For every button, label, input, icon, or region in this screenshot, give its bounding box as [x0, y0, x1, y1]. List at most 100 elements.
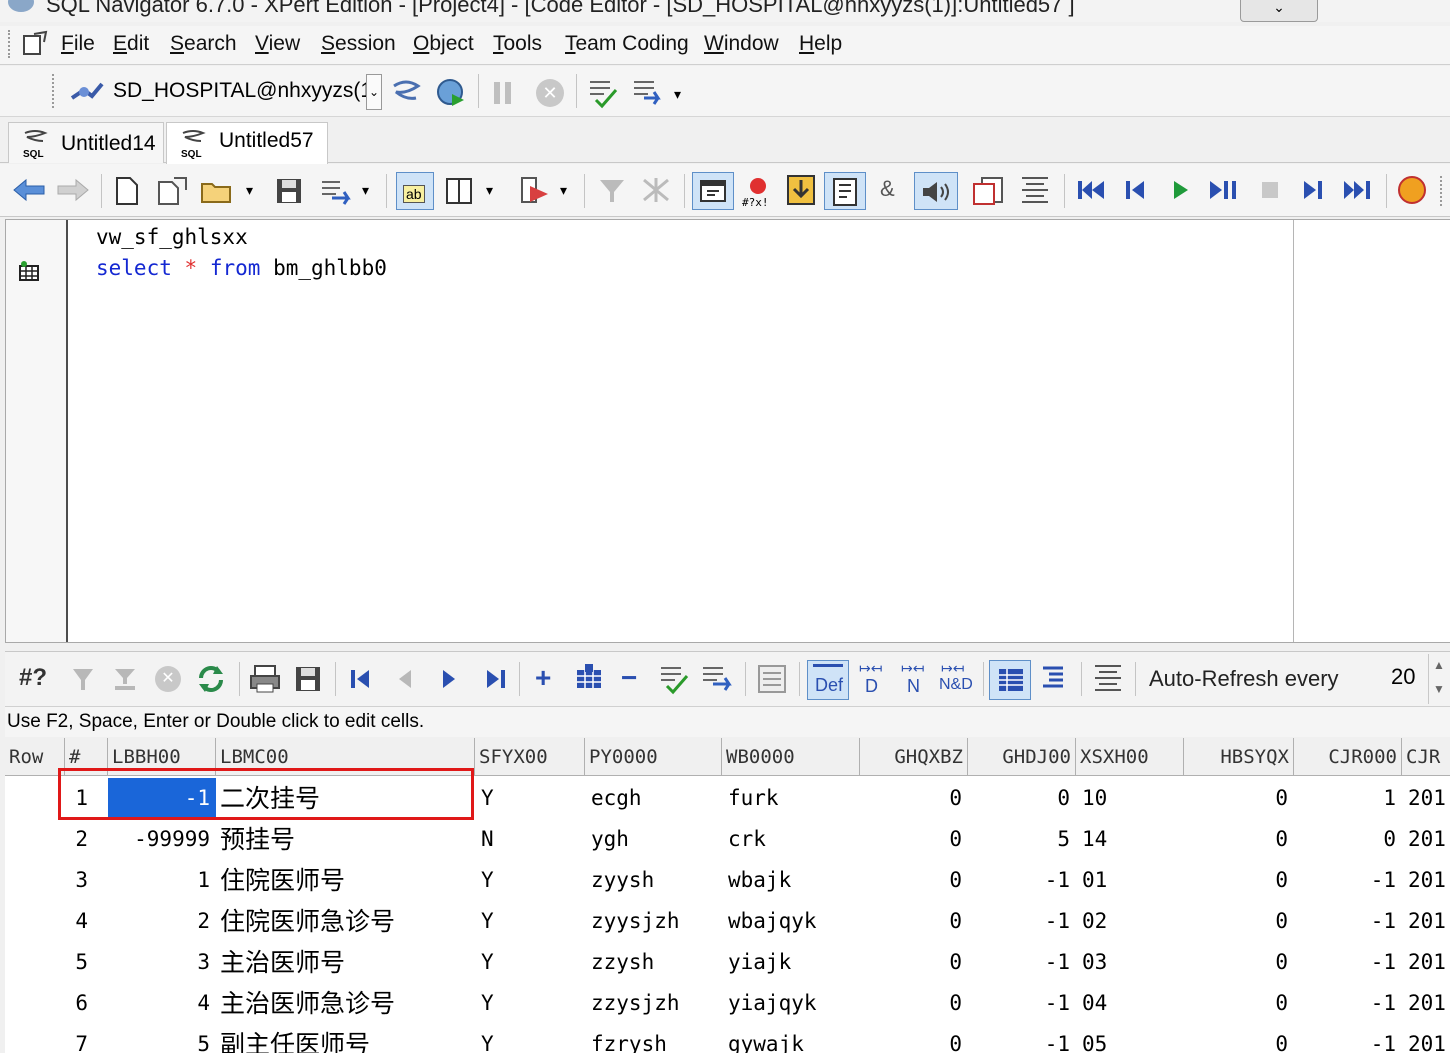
- cell-hbsyqx[interactable]: 0: [1184, 1024, 1294, 1053]
- cell-hbsyqx[interactable]: 0: [1184, 778, 1294, 819]
- cell-lbbh00[interactable]: 2: [108, 901, 216, 942]
- toolbar-grip[interactable]: [52, 74, 57, 108]
- cell-cjr000[interactable]: -1: [1294, 860, 1402, 901]
- new-file-icon[interactable]: [114, 176, 140, 206]
- cell-lbbh00[interactable]: -99999: [108, 819, 216, 860]
- cell-row-number[interactable]: 6: [5, 983, 108, 1024]
- prev-record-icon[interactable]: [395, 668, 415, 690]
- cell-wb0000[interactable]: yiajqyk: [722, 983, 860, 1024]
- menu-object[interactable]: Object: [413, 32, 474, 56]
- cell-hbsyqx[interactable]: 0: [1184, 819, 1294, 860]
- filter-grid-icon[interactable]: [71, 666, 95, 692]
- cell-sfyx00[interactable]: N: [475, 819, 585, 860]
- last-record-icon[interactable]: [483, 668, 507, 690]
- cell-ghdj00[interactable]: -1: [968, 1024, 1076, 1053]
- last-statement-icon[interactable]: [1342, 178, 1372, 202]
- form-view-icon[interactable]: [1039, 664, 1067, 694]
- cell-row-number[interactable]: 2: [5, 819, 108, 860]
- auto-refresh-spinner[interactable]: ▲ ▼: [1428, 654, 1450, 704]
- nd-mode-button[interactable]: ↦↤ N&D: [937, 660, 977, 700]
- col-header-sfyx00[interactable]: SFYX00: [475, 738, 585, 776]
- sql-spiral-icon[interactable]: [390, 76, 422, 108]
- cell-lbmc00[interactable]: 主治医师号: [216, 942, 475, 983]
- table-row[interactable]: 3 1 住院医师号 Yzyysh wbajk 0 -1 01 0 -1 201: [5, 860, 1450, 901]
- insert-record-icon[interactable]: +: [535, 662, 551, 694]
- spin-up-icon[interactable]: ▲: [1433, 658, 1445, 672]
- cell-cjr000[interactable]: -1: [1294, 942, 1402, 983]
- execute-step-icon[interactable]: [1170, 178, 1192, 202]
- refresh-icon[interactable]: [195, 664, 227, 694]
- cell-py0000[interactable]: zzysjzh: [585, 983, 722, 1024]
- debug-icon[interactable]: #?x!: [740, 174, 776, 208]
- rollback-icon[interactable]: [630, 76, 664, 110]
- cell-cjr-next[interactable]: 201: [1402, 819, 1450, 860]
- cell-cjr-next[interactable]: 201: [1402, 860, 1450, 901]
- table-row[interactable]: 2 -99999 预挂号 Nygh crk 0 5 14 0 0 201: [5, 819, 1450, 860]
- first-statement-icon[interactable]: [1076, 178, 1106, 202]
- cell-cjr-next[interactable]: 201: [1402, 983, 1450, 1024]
- cell-ghdj00[interactable]: -1: [968, 901, 1076, 942]
- cell-lbmc00[interactable]: 住院医师急诊号: [216, 901, 475, 942]
- table-row[interactable]: 6 4 主治医师急诊号 Yzzysjzh yiajqyk 0 -1 04 0 -1 201: [5, 983, 1450, 1024]
- save-dropdown-icon[interactable]: ▾: [362, 182, 369, 199]
- clear-filter-icon[interactable]: [640, 176, 672, 204]
- menu-edit[interactable]: Edit: [113, 32, 149, 56]
- split-view-icon[interactable]: [444, 176, 474, 206]
- cell-wb0000[interactable]: wbajk: [722, 860, 860, 901]
- menu-view[interactable]: View: [255, 32, 300, 56]
- word-wrap-toggle[interactable]: ab: [396, 172, 434, 210]
- d-mode-button[interactable]: ↦↤ D: [855, 660, 891, 700]
- save-grid-icon[interactable]: [293, 664, 323, 694]
- code-line-1[interactable]: vw_sf_ghlsxx: [96, 225, 248, 249]
- split-dropdown-icon[interactable]: ▾: [486, 182, 493, 199]
- rollback-dropdown-icon[interactable]: ▾: [674, 86, 681, 103]
- menu-grip[interactable]: [8, 30, 13, 58]
- col-header-ghqxbz[interactable]: GHQXBZ: [860, 738, 968, 776]
- cell-cjr000[interactable]: 1: [1294, 778, 1402, 819]
- layout-icon[interactable]: [1091, 662, 1125, 696]
- table-row[interactable]: 5 3 主治医师号 Yzzysh yiajk 0 -1 03 0 -1 201: [5, 942, 1450, 983]
- load-icon[interactable]: [786, 174, 816, 206]
- col-header-row[interactable]: Row: [5, 738, 65, 776]
- connection-dropdown[interactable]: ⌄: [366, 74, 382, 110]
- minimize-button[interactable]: ⌄: [1240, 0, 1318, 22]
- table-row[interactable]: 4 2 住院医师急诊号 Yzyysjzh wbajqyk 0 -1 02 0 -1 201: [5, 901, 1450, 942]
- toolbar-overflow-grip[interactable]: [1440, 176, 1445, 206]
- cell-ghqxbz[interactable]: 0: [860, 860, 968, 901]
- menu-session[interactable]: Session: [321, 32, 396, 56]
- copy-sql-icon[interactable]: [972, 176, 1006, 206]
- cell-wb0000[interactable]: crk: [722, 819, 860, 860]
- cell-wb0000[interactable]: furk: [722, 778, 860, 819]
- cell-wb0000[interactable]: yiajk: [722, 942, 860, 983]
- menu-help[interactable]: Help: [799, 32, 842, 56]
- connection-label[interactable]: SD_HOSPITAL@nhxyyzs(1): [113, 79, 379, 103]
- col-header-wb0000[interactable]: WB0000: [722, 738, 860, 776]
- back-arrow-icon[interactable]: [12, 178, 46, 202]
- cell-lbbh00[interactable]: 3: [108, 942, 216, 983]
- cell-cjr000[interactable]: 0: [1294, 819, 1402, 860]
- globe-run-icon[interactable]: [434, 76, 468, 110]
- spin-down-icon[interactable]: ▼: [1433, 682, 1445, 696]
- cell-xsxh00[interactable]: 01: [1076, 860, 1184, 901]
- cell-xsxh00[interactable]: 14: [1076, 819, 1184, 860]
- post-edit-icon[interactable]: [657, 662, 691, 696]
- save-to-db-icon[interactable]: [318, 176, 352, 206]
- cell-ghdj00[interactable]: -1: [968, 983, 1076, 1024]
- cell-lbbh00[interactable]: 5: [108, 1024, 216, 1053]
- cell-wb0000[interactable]: wbajqyk: [722, 901, 860, 942]
- open-folder-icon[interactable]: [200, 176, 234, 206]
- cell-cjr-next[interactable]: 201: [1402, 1024, 1450, 1053]
- connection-plug-icon[interactable]: [70, 78, 104, 106]
- code-line-2[interactable]: select * from bm_ghlbb0: [96, 256, 387, 280]
- cell-row-number[interactable]: 3: [5, 860, 108, 901]
- cancel-edit-icon[interactable]: [699, 662, 735, 696]
- cell-py0000[interactable]: zzysh: [585, 942, 722, 983]
- tab-untitled57[interactable]: SQL Untitled57: [166, 122, 328, 164]
- next-statement-icon[interactable]: [1300, 178, 1326, 202]
- next-record-icon[interactable]: [439, 668, 459, 690]
- col-header-cjr-next[interactable]: CJR: [1402, 738, 1450, 776]
- cell-hbsyqx[interactable]: 0: [1184, 942, 1294, 983]
- result-grid-marker-icon[interactable]: [18, 260, 40, 282]
- grid-view-toggle[interactable]: [989, 660, 1031, 700]
- cell-sfyx00[interactable]: Y: [475, 860, 585, 901]
